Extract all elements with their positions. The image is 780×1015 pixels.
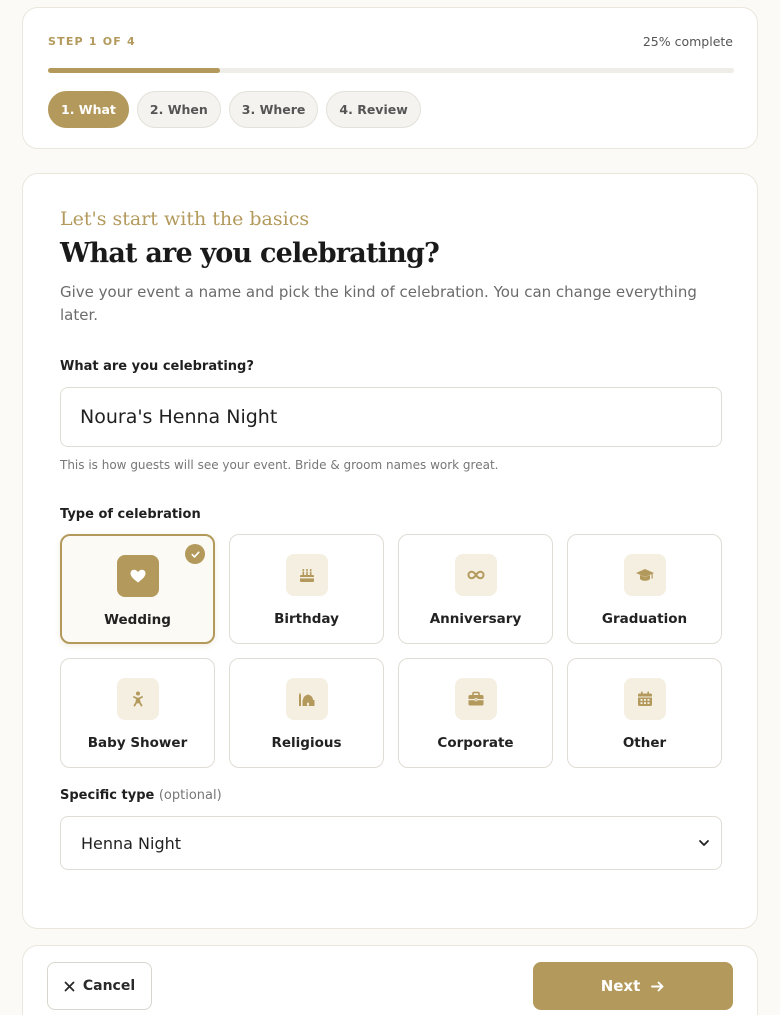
event-name-hint: This is how guests will see your event. … [60,458,499,472]
type-option-label: Birthday [274,611,339,627]
next-button[interactable]: Next [533,962,733,1010]
step-tabs: 1. What 2. When 3. Where 4. Review [48,91,421,128]
mosque-icon [285,678,328,720]
progress-bar-fill [48,68,220,73]
close-icon [64,981,75,991]
heart-icon [116,555,159,597]
step-tab-when[interactable]: 2. When [136,91,221,128]
type-option-baby-shower[interactable]: Baby Shower [60,658,215,768]
graduation-cap-icon [623,554,666,596]
progress-card: STEP 1 OF 4 25% complete 1. What 2. When… [22,7,758,149]
footer-card: Cancel Next [22,945,758,1015]
type-option-label: Corporate [437,735,514,751]
type-option-religious[interactable]: Religious [229,658,384,768]
infinity-icon [454,554,497,596]
event-name-input[interactable] [60,387,722,447]
chevron-down-icon [699,840,709,846]
step-counter: STEP 1 OF 4 [48,35,136,48]
type-option-wedding[interactable]: Wedding [60,534,215,644]
step-tab-where[interactable]: 3. Where [228,91,319,128]
type-option-label: Wedding [104,612,171,628]
progress-bar [48,68,734,73]
event-name-label: What are you celebrating? [60,359,254,374]
calendar-icon [623,678,666,720]
baby-icon [116,678,159,720]
cancel-button[interactable]: Cancel [47,962,152,1010]
type-option-label: Religious [271,735,342,751]
arrow-right-icon [651,981,664,991]
section-eyebrow: Let's start with the basics [60,208,310,230]
celebration-type-label: Type of celebration [60,507,201,522]
intro-text: Give your event a name and pick the kind… [60,283,697,324]
type-option-label: Graduation [601,611,688,627]
specific-type-label: Specific type (optional) [60,788,222,803]
step-tab-review[interactable]: 4. Review [326,91,421,128]
type-option-label: Anniversary [429,611,522,627]
specific-type-value: Henna Night [81,833,182,853]
percent-complete: 25% complete [642,34,733,49]
specific-type-label-text: Specific type [60,788,155,803]
type-option-label: Other [622,735,667,751]
specific-type-select[interactable]: Henna Night [60,816,722,870]
cancel-button-label: Cancel [82,978,136,994]
briefcase-icon [454,678,497,720]
type-option-birthday[interactable]: Birthday [229,534,384,644]
cake-icon [285,554,328,596]
form-card: Let's start with the basics What are you… [22,173,758,929]
type-option-label: Baby Shower [87,735,188,751]
type-option-corporate[interactable]: Corporate [398,658,553,768]
check-icon [185,544,205,564]
type-option-other[interactable]: Other [567,658,722,768]
next-button-label: Next [600,977,641,995]
step-tab-what[interactable]: 1. What [48,91,129,128]
page-title: What are you celebrating? [60,238,440,269]
celebration-type-grid: Wedding Birthday Anniversary Graduation … [60,534,722,768]
type-option-graduation[interactable]: Graduation [567,534,722,644]
optional-tag: (optional) [158,788,222,803]
type-option-anniversary[interactable]: Anniversary [398,534,553,644]
